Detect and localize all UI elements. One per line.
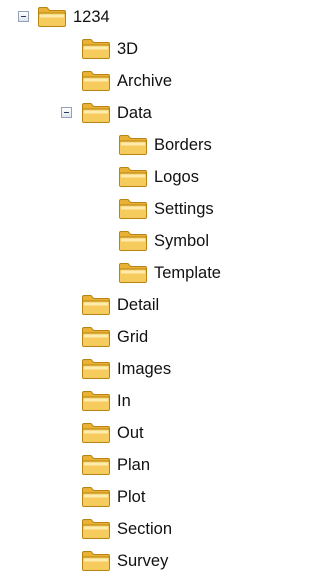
folder-icon [81,390,111,412]
folder-icon [81,294,111,316]
tree-item-images[interactable]: Images [81,355,172,383]
tree-item-plan[interactable]: Plan [81,451,151,479]
folder-icon [118,230,148,252]
tree-item-label: Settings [154,200,214,218]
tree-item-label: Grid [117,328,149,346]
tree-item-out[interactable]: Out [81,419,145,447]
tree-item-label: Out [117,424,144,442]
tree-item-label: Detail [117,296,160,314]
tree-item-archive[interactable]: Archive [81,67,173,95]
folder-icon [81,422,111,444]
folder-icon [81,70,111,92]
tree-item-section[interactable]: Section [81,515,173,543]
tree-item-symbol[interactable]: Symbol [118,227,210,255]
tree-item-label: Section [117,520,173,538]
tree-item-label: 3D [117,40,139,58]
tree-item-label: Images [117,360,172,378]
folder-tree: 1234 3D Archive Data Borders Logos Setti… [0,0,241,581]
folder-icon [118,262,148,284]
folder-icon [118,198,148,220]
tree-item-settings[interactable]: Settings [118,195,215,223]
tree-item-label: 1234 [73,8,110,26]
tree-item-borders[interactable]: Borders [118,131,213,159]
tree-item-detail[interactable]: Detail [81,291,160,319]
folder-icon [81,326,111,348]
folder-icon [118,134,148,156]
folder-icon [81,102,111,124]
tree-item-label: Logos [154,168,199,186]
tree-item-logos[interactable]: Logos [118,163,200,191]
tree-item-label: Survey [117,552,169,570]
folder-icon [37,6,67,28]
tree-item-1234[interactable]: 1234 [37,3,111,31]
tree-item-label: Archive [117,72,173,90]
tree-item-data[interactable]: Data [81,99,153,127]
tree-item-template[interactable]: Template [118,259,222,287]
folder-icon [81,358,111,380]
folder-icon [81,454,111,476]
tree-item-label: Plan [117,456,151,474]
tree-item-label: Plot [117,488,146,506]
folder-icon [81,38,111,60]
tree-item-label: Symbol [154,232,210,250]
folder-icon [81,486,111,508]
tree-item-in[interactable]: In [81,387,132,415]
folder-icon [118,166,148,188]
tree-item-label: Template [154,264,221,282]
tree-item-3d[interactable]: 3D [81,35,139,63]
collapse-toggle-data[interactable] [61,107,72,118]
tree-item-label: Data [117,104,152,122]
tree-item-label: Borders [154,136,212,154]
folder-icon [81,518,111,540]
tree-item-label: In [117,392,131,410]
folder-icon [81,550,111,572]
collapse-toggle-1234[interactable] [18,11,29,22]
tree-item-plot[interactable]: Plot [81,483,146,511]
tree-item-grid[interactable]: Grid [81,323,149,351]
tree-item-survey[interactable]: Survey [81,547,169,575]
